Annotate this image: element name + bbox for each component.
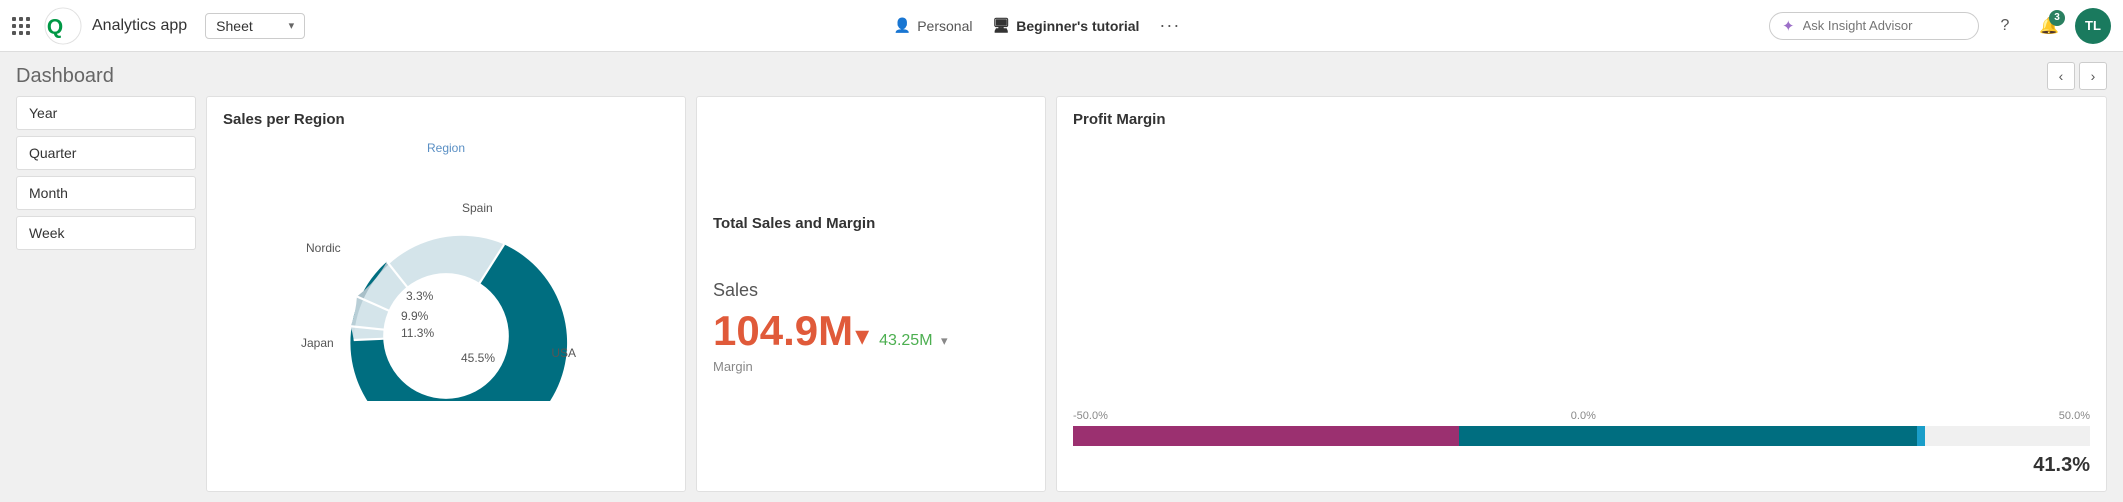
- sales-label: Sales: [713, 280, 1029, 301]
- profit-margin-card: Profit Margin -50.0% 0.0% 50.0% 41.3%: [1056, 96, 2107, 492]
- margin-value: 43.25M ▾: [879, 332, 947, 350]
- donut-chart: Region: [223, 136, 669, 406]
- total-sales-title: Total Sales and Margin: [713, 215, 1029, 232]
- person-icon: 👤: [894, 17, 911, 34]
- sales-region-title: Sales per Region: [223, 111, 669, 128]
- qlik-logo[interactable]: Q: [44, 7, 82, 45]
- nordic-pct: 9.9%: [401, 309, 428, 323]
- sparkle-icon: ✦: [1782, 17, 1795, 35]
- profit-margin-title: Profit Margin: [1073, 111, 2090, 128]
- positive-bar: [1459, 426, 1917, 446]
- spain-pct: 3.3%: [406, 289, 433, 303]
- insight-advisor-search[interactable]: ✦: [1769, 12, 1979, 40]
- tutorial-button[interactable]: 🖥 Beginner's tutorial: [992, 17, 1139, 34]
- profit-margin-bar: [1073, 426, 2090, 446]
- sheet-label: Sheet: [216, 18, 253, 34]
- axis-left-label: -50.0%: [1073, 410, 1108, 422]
- filters-panel: Year Quarter Month Week: [16, 96, 196, 492]
- nav-arrows: ‹ ›: [2047, 62, 2107, 90]
- main-content: Year Quarter Month Week Sales per Region…: [0, 96, 2123, 502]
- user-avatar[interactable]: TL: [2075, 8, 2111, 44]
- total-sales-card: Total Sales and Margin Sales 104.9M ▾ 43…: [696, 96, 1046, 492]
- japan-label: Japan: [301, 336, 334, 350]
- margin-label: Margin: [713, 359, 1029, 374]
- tutorial-label: Beginner's tutorial: [1016, 18, 1139, 34]
- japan-pct: 11.3%: [401, 326, 434, 340]
- prev-sheet-button[interactable]: ‹: [2047, 62, 2075, 90]
- svg-text:Q: Q: [47, 15, 63, 38]
- sales-value: 104.9M: [713, 307, 853, 355]
- header-center: 👤 Personal 🖥 Beginner's tutorial ···: [315, 15, 1759, 36]
- grid-menu-icon[interactable]: [12, 17, 30, 35]
- axis-right-label: 50.0%: [2059, 410, 2090, 422]
- arrow-down-icon: ▾: [855, 319, 869, 352]
- insight-advisor-input[interactable]: [1803, 18, 1953, 33]
- filter-month[interactable]: Month: [16, 176, 196, 210]
- usa-label: USA: [551, 346, 576, 360]
- sheet-dropdown[interactable]: Sheet ▾: [205, 13, 305, 39]
- dashboard-title: Dashboard: [16, 65, 114, 88]
- monitor-icon: 🖥: [992, 17, 1010, 34]
- dashboard-header: Dashboard ‹ ›: [0, 52, 2123, 96]
- chevron-down-icon: ▾: [289, 19, 295, 32]
- next-sheet-button[interactable]: ›: [2079, 62, 2107, 90]
- dashboard-container: Dashboard ‹ › Year Quarter Month Week Sa…: [0, 52, 2123, 502]
- filter-week[interactable]: Week: [16, 216, 196, 250]
- spain-label: Spain: [462, 201, 493, 215]
- more-options-button[interactable]: ···: [1159, 15, 1180, 36]
- accent-bar: [1917, 426, 1925, 446]
- profit-percentage: 41.3%: [1073, 454, 2090, 477]
- axis-mid-label: 0.0%: [1571, 410, 1596, 422]
- filter-quarter[interactable]: Quarter: [16, 136, 196, 170]
- negative-bar: [1073, 426, 1459, 446]
- personal-label: Personal: [917, 18, 972, 34]
- app-title: Analytics app: [92, 17, 187, 35]
- usa-pct: 45.5%: [461, 351, 495, 365]
- axis-labels: -50.0% 0.0% 50.0%: [1073, 410, 2090, 422]
- filter-year[interactable]: Year: [16, 96, 196, 130]
- help-button[interactable]: ?: [1987, 8, 2023, 44]
- charts-area: Sales per Region Region: [206, 96, 2107, 492]
- sales-region-card: Sales per Region Region: [206, 96, 686, 492]
- personal-button[interactable]: 👤 Personal: [894, 17, 973, 34]
- margin-sub-label: ▾: [941, 333, 948, 348]
- notifications-button[interactable]: 🔔 3: [2031, 8, 2067, 44]
- nordic-label: Nordic: [306, 241, 341, 255]
- header-right: ✦ ? 🔔 3 TL: [1769, 8, 2111, 44]
- notification-badge: 3: [2049, 10, 2065, 26]
- app-header: Q Analytics app Sheet ▾ 👤 Personal 🖥 Beg…: [0, 0, 2123, 52]
